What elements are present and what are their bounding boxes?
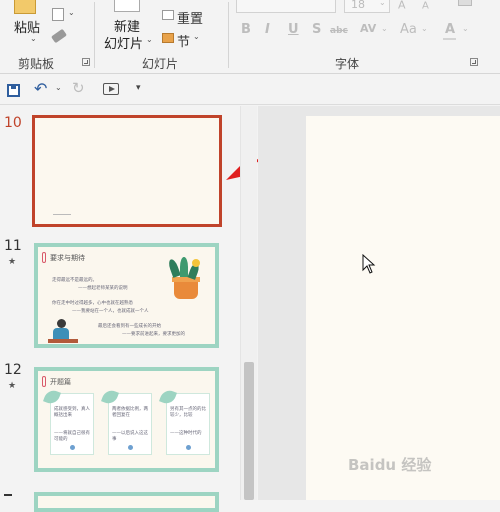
slides-group-label: 幻灯片 bbox=[142, 57, 179, 71]
dialog-launcher-icon[interactable] bbox=[82, 58, 90, 66]
format-painter-icon[interactable] bbox=[50, 28, 68, 44]
decrease-font-size-icon[interactable]: Aˇ bbox=[422, 0, 433, 11]
quick-access-toolbar: ↶ ⌄ ↻ ▾ bbox=[0, 75, 500, 105]
clear-formatting-icon[interactable] bbox=[458, 0, 472, 6]
chevron-down-icon[interactable]: ⌄ bbox=[381, 24, 388, 33]
change-case-button[interactable]: Aa bbox=[400, 22, 417, 37]
increase-font-size-icon[interactable]: A^ bbox=[398, 0, 413, 12]
strikethrough-button[interactable]: S bbox=[312, 22, 321, 37]
chevron-down-icon[interactable]: ⌄ bbox=[462, 24, 469, 33]
slide-title: 要求与期待 bbox=[50, 254, 85, 262]
copy-icon[interactable] bbox=[52, 8, 64, 21]
group-separator bbox=[228, 2, 229, 68]
section-button[interactable]: 节 ⌄ bbox=[162, 31, 210, 50]
save-icon[interactable] bbox=[7, 84, 20, 97]
slide-thumbnail-partial[interactable] bbox=[34, 492, 219, 512]
chevron-down-icon: ⌄ bbox=[379, 0, 386, 7]
font-color-bar bbox=[443, 38, 456, 40]
customize-qat-icon[interactable]: ▾ bbox=[136, 83, 141, 93]
chevron-down-icon[interactable]: ⌄ bbox=[421, 24, 428, 33]
font-name-box[interactable] bbox=[236, 0, 336, 13]
section-label: 节 bbox=[177, 35, 191, 50]
new-slide-icon bbox=[114, 0, 140, 12]
section-icon bbox=[162, 33, 174, 43]
slide-thumbnail-12[interactable]: 开题篇 成就感受到，真人概括出来 ——将就自己很有可能的 两者依据比例，两者回复… bbox=[34, 367, 219, 472]
start-from-beginning-icon[interactable] bbox=[103, 83, 119, 95]
reset-icon bbox=[162, 10, 174, 20]
slide-text-line: 最后还会看到有一些成长的开始 bbox=[98, 324, 161, 329]
shadow-button[interactable]: abc bbox=[330, 26, 348, 36]
chevron-down-icon[interactable]: ⌄ bbox=[55, 83, 62, 92]
card-text: ——这种时代的 bbox=[170, 431, 202, 436]
slide-title: 开题篇 bbox=[50, 378, 71, 386]
reset-label: 重置 bbox=[177, 12, 204, 27]
card-text: ——将就自己很有可能的 bbox=[54, 431, 90, 442]
watermark: Baidu 经验 bbox=[348, 454, 431, 475]
redo-icon[interactable]: ↻ bbox=[72, 79, 85, 97]
slide-number: 12 bbox=[4, 362, 22, 378]
new-slide-button[interactable]: 新建 幻灯片 ⌄ bbox=[100, 0, 158, 52]
slide-text-line: 你在走中时过得越多，心中也就在越熟悉 bbox=[52, 301, 133, 306]
watermark-text: Baidu 经验 bbox=[348, 456, 432, 474]
slide-number: 10 bbox=[4, 115, 22, 131]
mouse-cursor-icon bbox=[362, 254, 376, 274]
chevron-down-icon: ⌄ bbox=[193, 32, 200, 41]
slide-text-line: 走得最远不是最远的。 bbox=[52, 278, 97, 283]
font-color-button[interactable]: A bbox=[445, 22, 455, 37]
placeholder-dash bbox=[53, 214, 71, 215]
slide-thumbnail-10[interactable] bbox=[32, 115, 222, 227]
chevron-down-icon: ⌄ bbox=[146, 35, 153, 44]
clipboard-group-label: 剪贴板 bbox=[18, 57, 55, 71]
note-card: 成就感受到，真人概括出来 ——将就自己很有可能的 bbox=[43, 388, 94, 455]
slide-editing-area[interactable]: Baidu 经验 bbox=[258, 106, 500, 500]
note-card: 两者依据比例，两者回复在 ——以后说入这这事 bbox=[101, 388, 152, 455]
slide-number-partial bbox=[4, 494, 12, 500]
card-text: 另有其一点的的比较少，比较 bbox=[170, 407, 206, 418]
card-text: 成就感受到，真人概括出来 bbox=[54, 407, 90, 418]
dialog-launcher-icon[interactable] bbox=[470, 58, 478, 66]
chevron-down-icon[interactable]: ⌄ bbox=[68, 8, 75, 17]
plant-pot-illustration bbox=[166, 257, 208, 305]
underline-button[interactable]: U bbox=[288, 22, 299, 37]
slide-thumbnail-pane: 10 11 ★ 要求与期待 走得最远不是最远的。 ——想起老师某某的说明 你在走… bbox=[0, 106, 295, 512]
font-size-box[interactable]: 18 ⌄ bbox=[344, 0, 390, 13]
scrollbar-thumb[interactable] bbox=[244, 362, 254, 500]
animation-star-icon: ★ bbox=[8, 257, 17, 267]
character-spacing-button[interactable]: AV bbox=[360, 22, 376, 35]
paperclip-icon bbox=[42, 252, 46, 263]
clipboard-icon bbox=[14, 0, 36, 14]
group-separator bbox=[94, 2, 95, 68]
paste-button[interactable]: 粘贴 ⌄ bbox=[6, 0, 46, 50]
animation-star-icon: ★ bbox=[8, 381, 17, 391]
new-slide-label-2: 幻灯片 bbox=[104, 37, 144, 52]
font-group-label: 字体 bbox=[335, 57, 360, 71]
reset-button[interactable]: 重置 bbox=[162, 8, 210, 27]
note-card: 另有其一点的的比较少，比较 ——这种时代的 bbox=[159, 388, 210, 455]
chevron-down-icon: ⌄ bbox=[30, 34, 37, 43]
thumbnail-scrollbar[interactable] bbox=[240, 106, 257, 500]
ribbon: 粘贴 ⌄ ⌄ 剪贴板 新建 幻灯片 ⌄ 重置 节 ⌄ 幻灯片 18 ⌄ A^ A… bbox=[0, 0, 500, 74]
slide-text-line: ——想起老师某某的说明 bbox=[78, 286, 128, 291]
slide-text-line: ——我要站在一个人，也就成就一个人 bbox=[72, 309, 149, 314]
card-text: 两者依据比例，两者回复在 bbox=[112, 407, 148, 418]
undo-icon[interactable]: ↶ bbox=[34, 79, 47, 98]
reading-person-illustration bbox=[48, 319, 78, 347]
paperclip-icon bbox=[42, 376, 46, 387]
slide-number: 11 bbox=[4, 238, 22, 254]
bold-button[interactable]: B bbox=[241, 22, 251, 37]
italic-button[interactable]: I bbox=[265, 22, 270, 37]
slide-thumbnail-11[interactable]: 要求与期待 走得最远不是最远的。 ——想起老师某某的说明 你在走中时过得越多，心… bbox=[34, 243, 219, 348]
card-text: ——以后说入这这事 bbox=[112, 431, 148, 442]
font-size-value: 18 bbox=[351, 0, 365, 11]
slide-canvas[interactable] bbox=[306, 116, 500, 500]
slide-text-line: ——要求前进起来，要求更加的 bbox=[122, 332, 185, 337]
